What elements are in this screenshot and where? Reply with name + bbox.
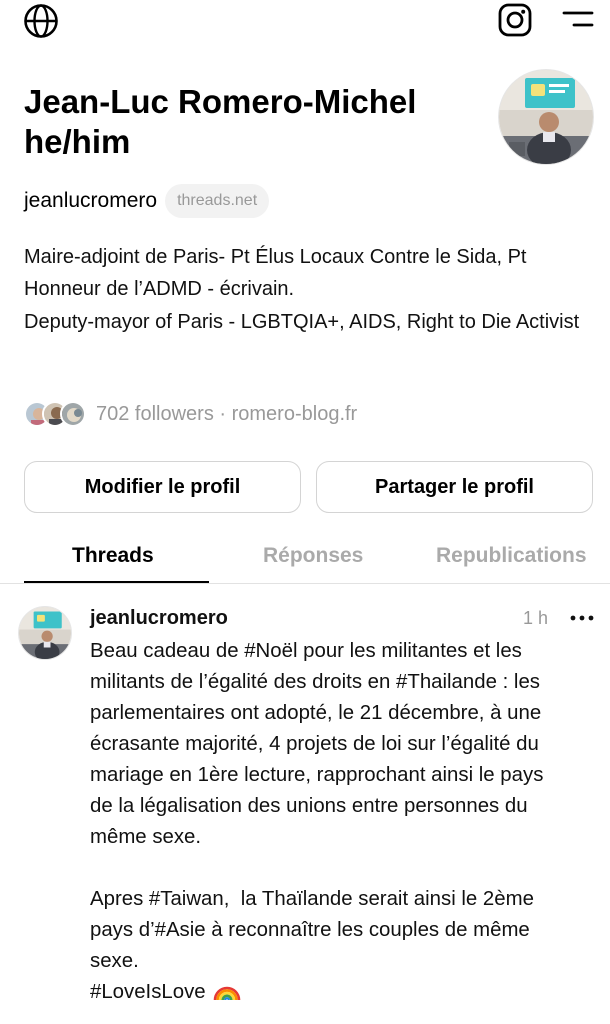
- profile-pronouns: he/him: [24, 123, 131, 160]
- profile-bio: Maire-adjoint de Paris- Pt Élus Locaux C…: [24, 241, 590, 338]
- post-author-avatar[interactable]: [18, 606, 72, 660]
- top-bar: [0, 0, 610, 44]
- post-line: sexe.: [90, 950, 139, 972]
- avatar-photo: [19, 607, 71, 659]
- post-line: mariage en 1ère lecture, rapprochant ain…: [90, 764, 544, 786]
- post-line: pays d’#Asie à reconnaître les couples d…: [90, 919, 530, 941]
- post-line: de la légalisation des unions entre pers…: [90, 795, 528, 817]
- post-text: Beau cadeau de #Noël pour les militantes…: [90, 636, 605, 1008]
- follower-avatar: [60, 401, 86, 427]
- post-line: écrasante majorité, 4 projets de loi sur…: [90, 733, 539, 755]
- active-tab-indicator: [24, 581, 209, 583]
- tab-replies[interactable]: Réponses: [263, 544, 363, 568]
- bio-line: Deputy-mayor of Paris - LGBTQIA+, AIDS, …: [24, 311, 580, 333]
- followers-count-link[interactable]: 702 followers · romero-blog.fr: [96, 403, 357, 426]
- share-profile-button[interactable]: Partager le profil: [316, 461, 593, 513]
- post-line: parlementaires ont adopté, le 21 décembr…: [90, 702, 542, 724]
- post-line: militants de l’égalité des droits en #Th…: [90, 671, 540, 693]
- profile-handle: jeanlucromero: [24, 189, 158, 212]
- threads-domain-badge[interactable]: threads.net: [165, 184, 270, 218]
- profile-name: Jean-Luc Romero-Michel he/him: [24, 82, 484, 162]
- edit-profile-button[interactable]: Modifier le profil: [24, 461, 301, 513]
- post-hashtag-line: #LoveIsLove: [90, 977, 605, 1008]
- profile-tabs: Threads Réponses Republications: [0, 532, 610, 584]
- tab-reposts[interactable]: Republications: [436, 544, 587, 568]
- bio-line: Maire-adjoint de Paris- Pt Élus Locaux C…: [24, 246, 527, 300]
- hashtag-link[interactable]: #LoveIsLove: [90, 981, 206, 1003]
- post-line: Beau cadeau de #Noël pour les militantes…: [90, 640, 522, 662]
- tab-threads[interactable]: Threads: [72, 544, 154, 568]
- post-line: Apres #Taiwan, la Thaïlande serait ainsi…: [90, 888, 534, 910]
- instagram-icon[interactable]: [497, 2, 533, 38]
- avatar-photo: [499, 70, 593, 164]
- followers-row[interactable]: 702 followers · romero-blog.fr: [24, 396, 357, 432]
- profile-avatar[interactable]: [498, 69, 594, 165]
- more-options-icon[interactable]: [569, 608, 595, 628]
- rainbow-icon: [213, 986, 240, 1001]
- menu-icon[interactable]: [560, 8, 596, 32]
- post-author-handle[interactable]: jeanlucromero: [90, 607, 228, 630]
- handle-row: jeanlucromero threads.net: [24, 182, 270, 220]
- post-line: même sexe.: [90, 826, 202, 848]
- profile-name-line: Jean-Luc Romero-Michel: [24, 83, 417, 120]
- globe-icon[interactable]: [23, 3, 59, 39]
- post-timestamp: 1 h: [523, 608, 549, 628]
